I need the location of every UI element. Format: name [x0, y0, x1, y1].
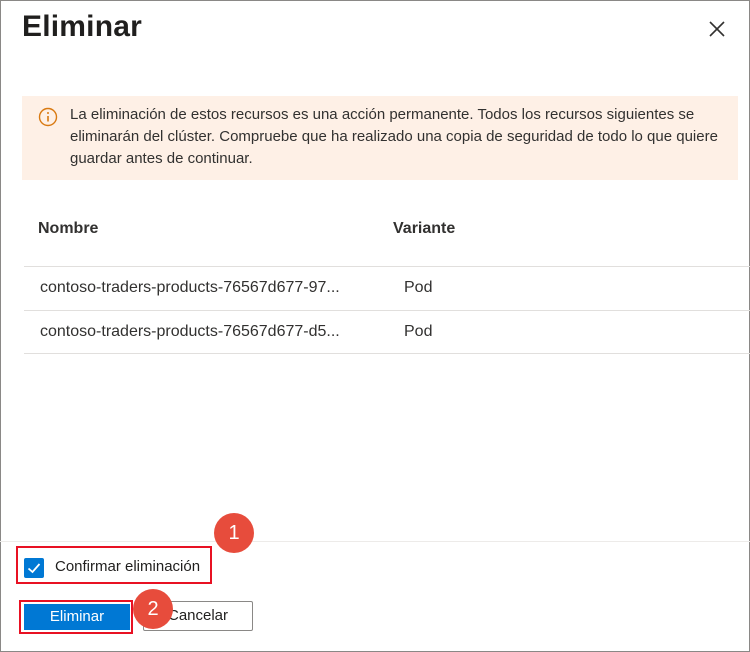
- resource-kind: Pod: [404, 323, 433, 340]
- warning-text: La eliminación de estos recursos es una …: [70, 106, 718, 167]
- column-header-name: Nombre: [38, 220, 99, 237]
- warning-banner: La eliminación de estos recursos es una …: [22, 96, 738, 180]
- resource-name: contoso-traders-products-76567d677-d5...: [40, 323, 340, 340]
- resource-kind: Pod: [404, 279, 433, 296]
- table-row[interactable]: contoso-traders-products-76567d677-97...…: [24, 266, 750, 310]
- table-row[interactable]: contoso-traders-products-76567d677-d5...…: [24, 310, 750, 354]
- confirm-checkbox[interactable]: [24, 558, 44, 578]
- footer-divider: [0, 541, 750, 542]
- delete-button[interactable]: Eliminar: [24, 604, 130, 630]
- step-badge-1: 1: [214, 513, 254, 553]
- step-badge-2: 2: [133, 589, 173, 629]
- dialog-title: Eliminar: [22, 10, 142, 43]
- resource-name: contoso-traders-products-76567d677-97...: [40, 279, 340, 296]
- column-header-kind: Variante: [393, 220, 456, 237]
- close-icon[interactable]: [704, 16, 730, 42]
- info-circle-icon: [38, 107, 58, 127]
- confirm-label: Confirmar eliminación: [55, 558, 201, 575]
- checkmark-icon: [27, 563, 41, 574]
